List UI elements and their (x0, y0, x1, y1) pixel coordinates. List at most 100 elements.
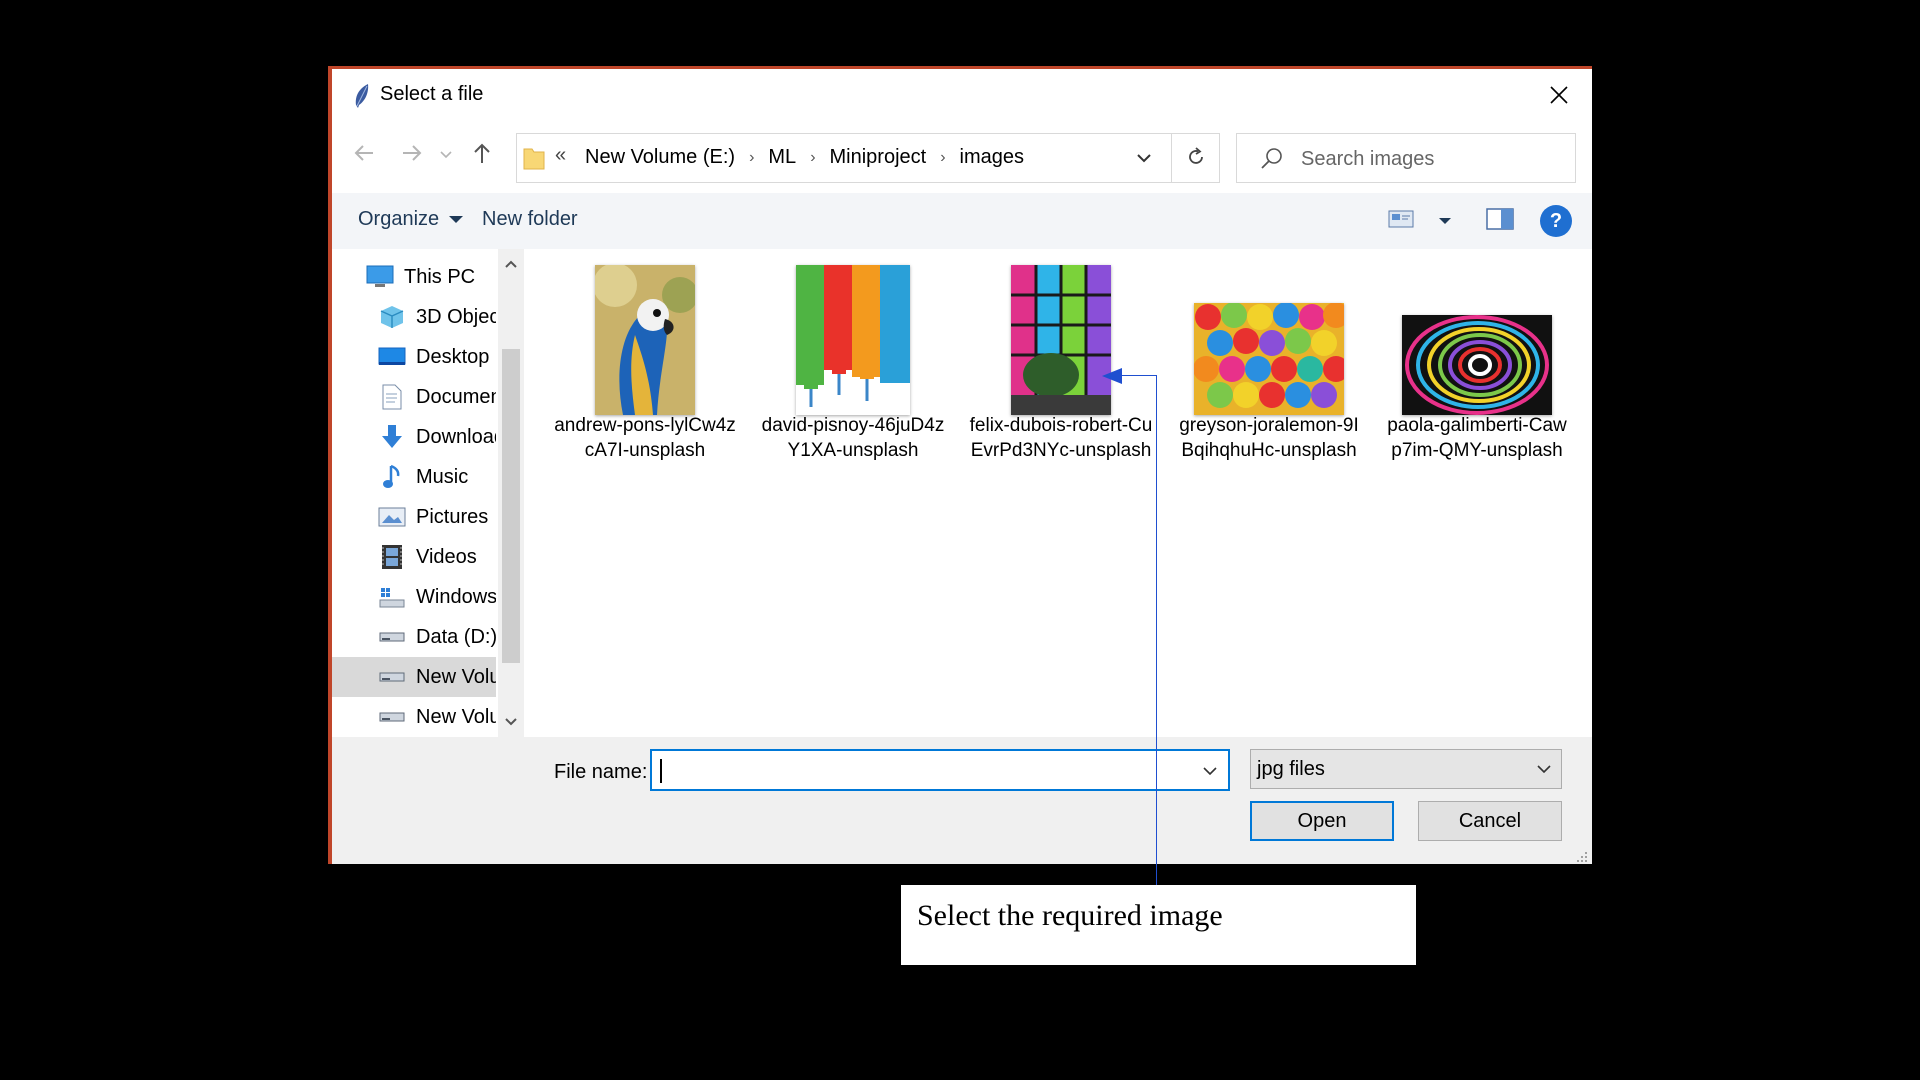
nav-item-label: This PC (404, 265, 476, 288)
view-icon (1388, 209, 1414, 234)
navigation-scrollbar[interactable] (498, 249, 524, 737)
breadcrumb-item[interactable]: Miniproject (826, 146, 935, 169)
download-icon (378, 423, 406, 451)
file-name-label: paola-galimberti-Cawp7im-QMY-unsplash (1387, 415, 1567, 461)
file-item[interactable]: greyson-joralemon-9IBqihqhuHc-unsplash (1174, 249, 1364, 509)
file-list: andrew-pons-lylCw4zcA7I-unsplash david-p… (528, 249, 1592, 737)
caret-down-icon[interactable] (1438, 212, 1452, 230)
command-bar: Organize New folder ? (332, 193, 1592, 249)
back-button[interactable] (346, 137, 382, 173)
nav-item-3d-objects[interactable]: 3D Objects (332, 297, 496, 337)
up-button[interactable] (464, 137, 500, 173)
file-item[interactable]: andrew-pons-lylCw4zcA7I-unsplash (550, 249, 740, 509)
nav-item-downloads[interactable]: Downloads (332, 417, 496, 457)
annotation-callout: Select the required image (901, 885, 1416, 965)
change-view-button[interactable] (1388, 205, 1452, 237)
dialog-footer: File name: jpg files Open Cancel (332, 737, 1592, 864)
scroll-down-button[interactable] (498, 707, 524, 737)
callout-line (1120, 375, 1157, 376)
image-thumbnail (1402, 315, 1552, 415)
search-icon (1259, 146, 1285, 172)
nav-item-label: 3D Objects (416, 305, 496, 328)
cancel-button[interactable]: Cancel (1418, 801, 1562, 841)
nav-item-label: Videos (416, 545, 477, 568)
breadcrumb: New Volume (E:) › ML › Miniproject › ima… (581, 146, 1032, 169)
drive-icon (378, 663, 406, 691)
refresh-button[interactable] (1179, 142, 1213, 176)
nav-item-label: Downloads (416, 425, 496, 448)
breadcrumb-item[interactable]: images (956, 146, 1032, 169)
preview-pane-button[interactable] (1482, 205, 1518, 237)
pictures-icon (378, 503, 406, 531)
search-box[interactable] (1236, 133, 1576, 183)
open-button[interactable]: Open (1250, 801, 1394, 841)
file-name-field-label: File name: (554, 761, 648, 783)
address-dropdown-button[interactable] (1129, 144, 1159, 174)
callout-arrowhead (1102, 368, 1122, 384)
nav-item-pictures[interactable]: Pictures (332, 497, 496, 537)
arrow-up-icon (472, 142, 492, 169)
breadcrumb-separator-icon[interactable]: › (934, 149, 955, 167)
nav-item-new-volume-e[interactable]: New Volume (E:) (332, 657, 496, 697)
organize-label: Organize (358, 208, 440, 230)
address-bar[interactable]: « New Volume (E:) › ML › Miniproject › i… (516, 133, 1220, 183)
nav-item-label: New Volume (F:) (416, 705, 496, 728)
organize-menu[interactable]: Organize (358, 208, 464, 231)
preview-pane-icon (1486, 207, 1514, 235)
file-name-label: greyson-joralemon-9IBqihqhuHc-unsplash (1179, 415, 1359, 461)
nav-item-label: Documents (416, 385, 496, 408)
nav-item-new-volume-f[interactable]: New Volume (F:) (332, 697, 496, 737)
chevron-down-icon[interactable] (1198, 759, 1222, 783)
breadcrumb-item[interactable]: ML (764, 146, 804, 169)
file-name-label: felix-dubois-robert-CuEvrPd3NYc-unsplash (969, 415, 1153, 461)
feather-icon (352, 83, 372, 109)
forward-button[interactable] (394, 137, 430, 173)
nav-item-label: Windows (416, 585, 496, 608)
nav-item-videos[interactable]: Videos (332, 537, 496, 577)
breadcrumb-item[interactable]: New Volume (E:) (581, 146, 743, 169)
chevron-down-icon (505, 713, 517, 731)
recent-locations-button[interactable] (436, 137, 456, 173)
chevron-down-icon (440, 146, 452, 164)
file-type-select[interactable]: jpg files (1250, 749, 1562, 789)
file-name-label: david-pisnoy-46juD4zY1XA-unsplash (761, 415, 945, 461)
file-dialog: Select a file « New Volume (E:) › ML › M… (328, 66, 1592, 864)
nav-item-desktop[interactable]: Desktop (332, 337, 496, 377)
desktop-icon (378, 343, 406, 371)
file-name-label: andrew-pons-lylCw4zcA7I-unsplash (554, 415, 736, 461)
drive-icon (378, 583, 406, 611)
image-thumbnail (796, 265, 910, 415)
image-thumbnail (595, 265, 695, 415)
nav-item-documents[interactable]: Documents (332, 377, 496, 417)
close-icon (1549, 85, 1569, 110)
scroll-up-button[interactable] (498, 249, 524, 279)
scroll-thumb[interactable] (502, 349, 520, 663)
file-name-combobox[interactable] (650, 749, 1230, 791)
file-name-input[interactable] (658, 755, 1178, 785)
nav-item-music[interactable]: Music (332, 457, 496, 497)
nav-item-label: Music (416, 465, 469, 488)
breadcrumb-separator-icon[interactable]: › (743, 149, 764, 167)
file-type-value: jpg files (1257, 758, 1325, 780)
address-overflow-chevrons[interactable]: « (555, 144, 566, 167)
title-bar[interactable]: Select a file (332, 69, 1592, 125)
callout-line (1156, 375, 1157, 885)
cube-icon (378, 303, 406, 331)
file-item[interactable]: paola-galimberti-Cawp7im-QMY-unsplash (1382, 249, 1572, 509)
arrow-left-icon (353, 143, 375, 168)
computer-icon (366, 263, 394, 291)
file-item[interactable]: felix-dubois-robert-CuEvrPd3NYc-unsplash (966, 249, 1156, 509)
search-input[interactable] (1301, 144, 1561, 174)
image-thumbnail (1194, 303, 1344, 415)
help-button[interactable]: ? (1540, 205, 1572, 237)
file-item[interactable]: david-pisnoy-46juD4zY1XA-unsplash (758, 249, 948, 509)
new-folder-button[interactable]: New folder (482, 208, 578, 231)
close-button[interactable] (1536, 75, 1582, 119)
nav-item-data-d[interactable]: Data (D:) (332, 617, 496, 657)
nav-item-windows[interactable]: Windows (332, 577, 496, 617)
nav-item-this-pc[interactable]: This PC (332, 257, 496, 297)
resize-grip-icon[interactable] (1574, 849, 1588, 863)
breadcrumb-separator-icon[interactable]: › (804, 149, 825, 167)
nav-item-label: Desktop (416, 345, 490, 368)
navigation-pane: This PC 3D Objects Desktop Documents Dow… (332, 249, 524, 737)
